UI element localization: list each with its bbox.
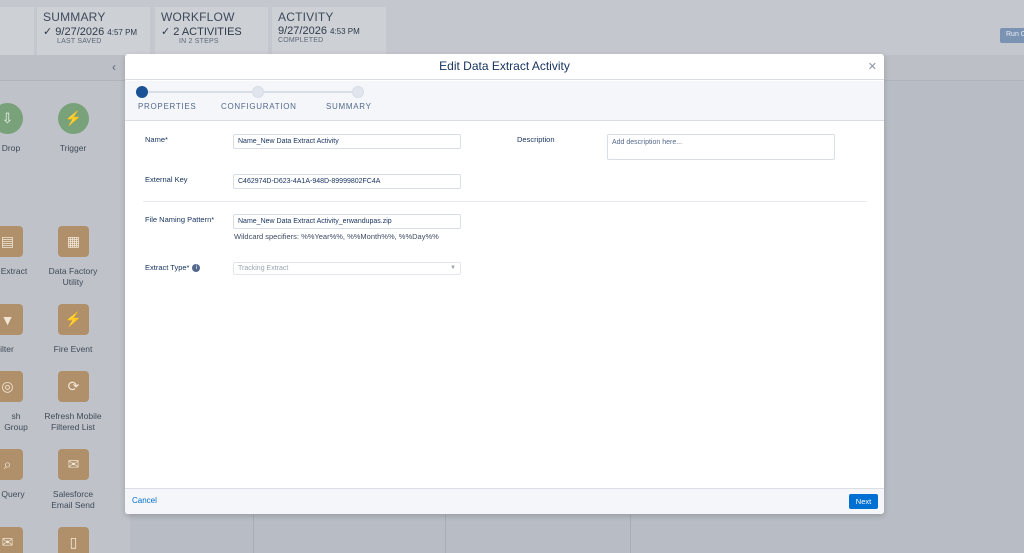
email-icon[interactable]: ✉ xyxy=(58,449,89,480)
summary-title: SUMMARY xyxy=(43,10,106,24)
workflow-panel[interactable]: WORKFLOW ✓ 2 ACTIVITIES IN 2 STEPS xyxy=(155,7,268,55)
activity-date: 9/27/2026 xyxy=(278,25,327,37)
data-factory-icon[interactable]: ▦ xyxy=(58,226,89,257)
wildcard-hint: Wildcard specifiers: %%Year%%, %%Month%%… xyxy=(234,232,439,241)
group-icon[interactable]: ◎ xyxy=(0,371,23,402)
summary-status: LAST SAVED xyxy=(57,38,102,45)
check-icon: ✓ xyxy=(43,26,53,38)
palette-label: sh Group xyxy=(4,411,28,432)
close-icon[interactable]: ✕ xyxy=(868,60,877,73)
canvas-divider xyxy=(630,515,631,553)
palette-label: Salesforce Email Send xyxy=(51,489,95,510)
extract-type-label: Extract Type* i xyxy=(145,263,201,273)
filter-icon[interactable]: ▼ xyxy=(0,304,23,335)
query-icon[interactable]: ⌕ xyxy=(0,449,23,480)
extract-type-value: Tracking Extract xyxy=(238,265,289,272)
chevron-left-icon[interactable]: ‹ xyxy=(112,60,116,74)
activity-time: 4:53 PM xyxy=(330,27,360,36)
palette-label: Refresh Mobile Filtered List xyxy=(44,411,102,432)
summary-date: 9/27/2026 xyxy=(55,26,105,38)
chevron-down-icon: ▼ xyxy=(450,265,456,271)
file-naming-input[interactable]: Name_New Data Extract Activity_erwandupa… xyxy=(233,214,461,229)
name-input[interactable]: Name_New Data Extract Activity xyxy=(233,134,461,149)
activity-value: 9/27/2026 4:53 PM xyxy=(278,25,380,37)
summary-value: ✓ 9/27/2026 4:57 PM xyxy=(43,25,144,38)
extract-type-select[interactable]: Tracking Extract ▼ xyxy=(233,262,461,275)
modal-footer: Cancel Next xyxy=(125,488,884,514)
modal-title: Edit Data Extract Activity xyxy=(439,59,570,73)
canvas-divider xyxy=(253,515,254,553)
step-label-summary[interactable]: SUMMARY xyxy=(326,102,372,111)
external-key-label: External Key xyxy=(145,175,188,184)
activity-status: COMPLETED xyxy=(278,37,324,44)
workflow-count: 2 ACTIVITIES xyxy=(173,26,242,38)
cancel-button[interactable]: Cancel xyxy=(132,496,157,505)
palette-label: Drop xyxy=(1,143,21,153)
palette-label: Data Factory Utility xyxy=(48,266,98,287)
extract-type-label-text: Extract Type* xyxy=(145,263,190,272)
step-dot-summary[interactable] xyxy=(352,86,364,98)
description-label: Description xyxy=(517,135,555,144)
workflow-title: WORKFLOW xyxy=(161,10,235,24)
summary-panel[interactable]: SUMMARY ✓ 9/27/2026 4:57 PM LAST SAVED xyxy=(37,7,150,55)
name-label: Name* xyxy=(145,135,168,144)
summary-time: 4:57 PM xyxy=(107,28,138,37)
properties-form: Name* Name_New Data Extract Activity Des… xyxy=(125,122,884,488)
step-label-properties[interactable]: PROPERTIES xyxy=(138,102,196,111)
file-naming-label: File Naming Pattern* xyxy=(145,215,215,224)
description-textarea[interactable]: Add description here... xyxy=(607,134,835,160)
workflow-value: ✓ 2 ACTIVITIES xyxy=(161,25,262,38)
step-dot-properties[interactable] xyxy=(136,86,148,98)
mobile-refresh-icon[interactable]: ⟳ xyxy=(58,371,89,402)
external-key-input[interactable]: C462974D-D623-4A1A-948D-89999802FC4A xyxy=(233,174,461,189)
path-track xyxy=(142,91,358,93)
edit-activity-modal: Edit Data Extract Activity ✕ PROPERTIES … xyxy=(125,54,884,514)
mobile-icon[interactable]: ▯ xyxy=(58,527,89,553)
palette-label: Fire Event xyxy=(53,344,93,354)
palette-label: ilter xyxy=(0,344,14,354)
step-label-configuration[interactable]: CONFIGURATION xyxy=(221,102,297,111)
canvas-divider xyxy=(445,515,446,553)
form-divider xyxy=(143,201,867,202)
palette-label: Extract xyxy=(0,266,28,276)
check-icon: ✓ xyxy=(161,26,171,38)
modal-header: Edit Data Extract Activity ✕ xyxy=(125,54,884,80)
step-dot-configuration[interactable] xyxy=(252,86,264,98)
activity-title: ACTIVITY xyxy=(278,10,334,24)
step-path: PROPERTIES CONFIGURATION SUMMARY xyxy=(125,81,884,121)
lightning-icon[interactable]: ⚡ xyxy=(58,103,89,134)
email-icon[interactable]: ✉ xyxy=(0,527,23,553)
next-button[interactable]: Next xyxy=(849,494,878,509)
app-header xyxy=(0,0,1024,55)
lightning-icon[interactable]: ⚡ xyxy=(58,304,89,335)
info-icon[interactable]: i xyxy=(192,264,201,273)
activity-panel[interactable]: ACTIVITY 9/27/2026 4:53 PM COMPLETED xyxy=(272,7,386,55)
palette-label: Trigger xyxy=(59,143,87,153)
header-left-stub xyxy=(0,7,34,55)
palette-label: Query xyxy=(1,489,25,499)
run-button[interactable]: Run O xyxy=(1000,28,1024,43)
extract-icon[interactable]: ▤ xyxy=(0,226,23,257)
workflow-sub: IN 2 STEPS xyxy=(179,38,219,45)
